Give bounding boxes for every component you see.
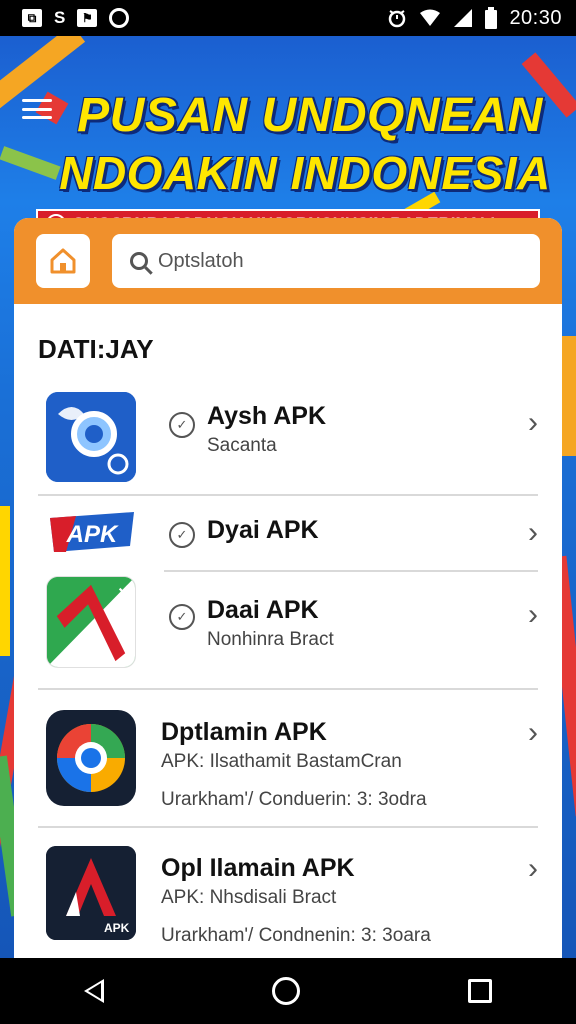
s-icon: S xyxy=(54,8,66,27)
confetti-decoration xyxy=(0,506,10,656)
search-icon xyxy=(130,252,148,270)
app-subtitle: APK: Nhsdisali Bract xyxy=(161,887,337,908)
app-icon-dptlamin[interactable] xyxy=(46,710,136,806)
list-item[interactable]: Dyai APK xyxy=(207,516,319,545)
app-icon-opl-ilamain[interactable]: APK xyxy=(46,846,136,940)
promo-banner: PUSAN UNDQNEAN NDOAKIN INDONESIA ✈ OUGSR… xyxy=(0,36,576,958)
verified-icon: ✓ xyxy=(169,604,195,630)
list-item[interactable]: Dptlamin APK APK: Ilsathamit BastamCran … xyxy=(161,718,427,811)
app-name: Opl Ilamain APK xyxy=(161,854,355,882)
svg-text:✕: ✕ xyxy=(117,586,130,603)
app-meta: Urarkham'/ Condnenin: 3: 3oara xyxy=(161,925,431,946)
status-bar: ⧉ S ⚑ 20:30 xyxy=(0,0,576,36)
app-icon-aysh[interactable] xyxy=(46,392,136,482)
status-right: 20:30 xyxy=(387,7,562,30)
home-nav-button[interactable] xyxy=(272,977,300,1005)
verified-icon: ✓ xyxy=(169,522,195,548)
search-bar[interactable] xyxy=(112,234,540,288)
chevron-right-icon[interactable]: › xyxy=(528,716,538,750)
wifi-icon xyxy=(419,9,441,27)
app-name: Dptlamin APK xyxy=(161,718,327,746)
list-item[interactable]: Opl Ilamain APK APK: Nhsdisali Bract Ura… xyxy=(161,854,431,947)
divider xyxy=(38,494,538,496)
list-item[interactable]: Aysh APK Sacanta xyxy=(207,402,326,457)
verified-icon: ✓ xyxy=(169,412,195,438)
divider xyxy=(164,570,538,572)
chevron-right-icon[interactable]: › xyxy=(528,598,538,632)
app-name: Daai APK xyxy=(207,596,319,624)
app-icon-dyai[interactable]: APK xyxy=(46,508,138,556)
chevron-right-icon[interactable]: › xyxy=(528,516,538,550)
divider xyxy=(38,826,538,828)
app-list-card: DATI:JAY ✓ Aysh APK Sacanta › APK ✓ Dyai… xyxy=(14,218,562,958)
image-icon: ⧉ xyxy=(22,9,42,27)
navigation-bar xyxy=(0,958,576,1024)
apk-small-text: APK xyxy=(104,921,130,935)
search-input[interactable] xyxy=(158,249,478,273)
apk-badge-text: APK xyxy=(66,521,119,548)
app-name: Aysh APK xyxy=(207,402,327,430)
chevron-right-icon[interactable]: › xyxy=(528,852,538,886)
flag-icon: ⚑ xyxy=(77,9,98,27)
confetti-decoration xyxy=(562,336,576,456)
menu-icon[interactable] xyxy=(22,99,52,119)
card-header xyxy=(14,218,562,304)
app-icon-daai[interactable]: ✕ xyxy=(46,576,136,668)
clock: 20:30 xyxy=(509,6,562,29)
app-meta: Urarkham'/ Conduerin: 3: 3odra xyxy=(161,789,427,810)
banner-title-line1: PUSAN UNDQNEAN xyxy=(77,89,543,142)
app-subtitle: APK: Ilsathamit BastamCran xyxy=(161,751,402,772)
home-icon xyxy=(50,248,76,274)
battery-icon xyxy=(485,7,498,29)
signal-icon xyxy=(453,8,473,28)
alarm-icon xyxy=(387,8,407,28)
app-subtitle: Nonhinra Bract xyxy=(207,629,334,650)
app-subtitle: Sacanta xyxy=(207,435,277,456)
back-button[interactable] xyxy=(84,979,104,1003)
chevron-right-icon[interactable]: › xyxy=(528,406,538,440)
list-item[interactable]: Daai APK Nonhinra Bract xyxy=(207,596,334,651)
divider xyxy=(38,688,538,690)
record-icon xyxy=(109,8,130,28)
app-name: Dyai APK xyxy=(207,516,319,544)
status-left: ⧉ S ⚑ xyxy=(22,8,130,28)
section-title: DATI:JAY xyxy=(38,334,154,364)
banner-title-line2: NDOAKIN INDONESIA xyxy=(59,147,551,199)
recents-button[interactable] xyxy=(468,979,492,1003)
home-button[interactable] xyxy=(36,234,90,288)
